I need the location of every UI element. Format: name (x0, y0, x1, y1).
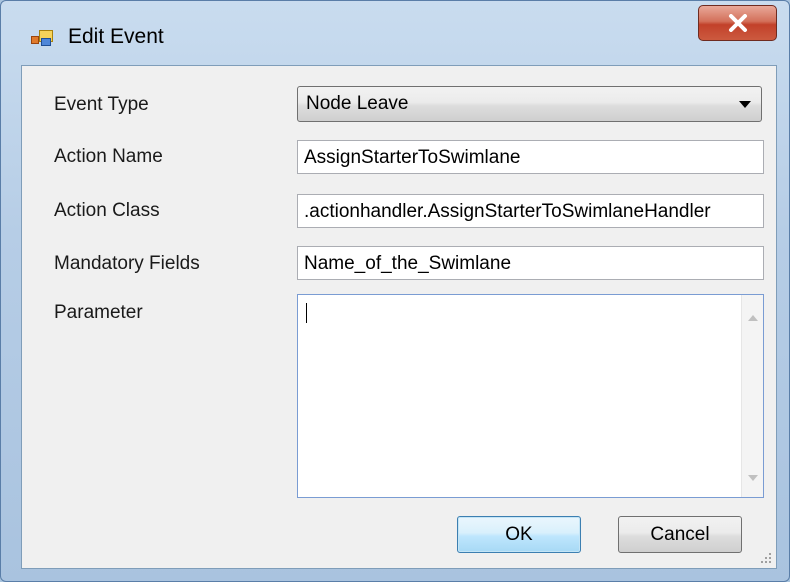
action-class-label: Action Class (54, 200, 160, 221)
event-type-value: Node Leave (306, 93, 409, 114)
text-caret (306, 303, 307, 323)
edit-event-dialog: Edit Event Event Type Node Leave Action … (0, 0, 790, 582)
scroll-up-icon[interactable] (748, 315, 758, 321)
ok-button[interactable]: OK (457, 516, 581, 553)
mandatory-fields-label: Mandatory Fields (54, 253, 200, 274)
scroll-down-icon[interactable] (748, 475, 758, 481)
close-icon (728, 14, 747, 32)
action-name-input[interactable]: AssignStarterToSwimlane (297, 140, 764, 174)
action-name-label: Action Name (54, 146, 163, 167)
window-title: Edit Event (68, 25, 164, 48)
title-bar[interactable]: Edit Event (1, 1, 790, 65)
event-type-label: Event Type (54, 94, 149, 115)
parameter-scrollbar[interactable] (741, 295, 763, 497)
cancel-button[interactable]: Cancel (618, 516, 742, 553)
dialog-body: Event Type Node Leave Action Name Assign… (21, 65, 777, 569)
resize-grip-icon[interactable] (761, 553, 773, 565)
close-button[interactable] (698, 5, 777, 41)
parameter-label: Parameter (54, 302, 143, 323)
parameter-textarea[interactable] (297, 294, 764, 498)
mandatory-fields-input[interactable]: Name_of_the_Swimlane (297, 246, 764, 280)
action-class-input[interactable]: .actionhandler.AssignStarterToSwimlaneHa… (297, 194, 764, 228)
chevron-down-icon[interactable] (739, 101, 751, 108)
event-type-select[interactable]: Node Leave (297, 86, 762, 122)
app-form-icon (31, 28, 53, 48)
